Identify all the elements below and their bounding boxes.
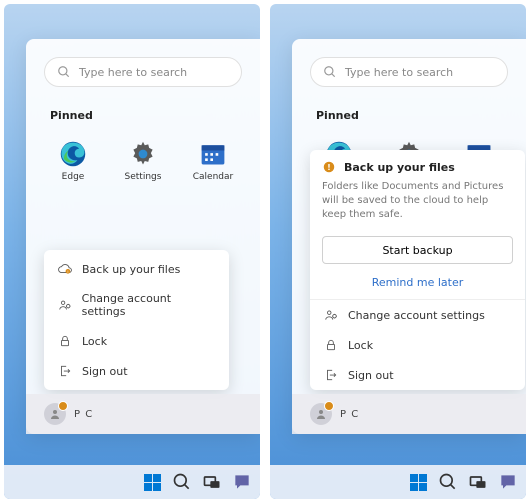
search-icon — [438, 472, 458, 492]
search-input[interactable]: Type here to search — [310, 57, 508, 87]
menu-change-account[interactable]: Change account settings — [48, 284, 225, 326]
start-backup-button[interactable]: Start backup — [322, 236, 513, 264]
taskbar-search[interactable] — [172, 472, 192, 492]
user-bar[interactable]: P C — [292, 394, 526, 434]
cloud-warn-icon: ! — [58, 262, 72, 276]
settings-icon — [129, 140, 157, 168]
pinned-calendar[interactable]: Calendar — [184, 134, 242, 188]
lock-icon — [58, 334, 72, 348]
search-placeholder: Type here to search — [345, 66, 453, 79]
user-menu: ! Back up your files Change account sett… — [44, 250, 229, 390]
start-button[interactable] — [142, 472, 162, 492]
account-settings-icon — [324, 308, 338, 322]
remind-later-label: Remind me later — [372, 276, 464, 289]
user-name: P C — [340, 409, 359, 420]
windows-icon — [410, 474, 427, 491]
warn-icon: ! — [322, 160, 336, 174]
taskview-icon — [468, 472, 488, 492]
flyout-title: Back up your files — [344, 161, 455, 174]
pinned-settings[interactable]: Settings — [114, 134, 172, 188]
signout-icon — [58, 364, 72, 378]
pinned-edge[interactable]: Edge — [44, 134, 102, 188]
menu-signout[interactable]: Sign out — [48, 356, 225, 386]
pinned-grid: Edge Settings Calendar — [26, 130, 260, 192]
menu-lock[interactable]: Lock — [48, 326, 225, 356]
avatar — [310, 403, 332, 425]
search-icon — [57, 65, 71, 79]
taskbar-taskview[interactable] — [202, 472, 222, 492]
menu-change-label: Change account settings — [348, 309, 485, 322]
taskbar-search[interactable] — [438, 472, 458, 492]
start-menu: Type here to search Pinned Edge Settings — [26, 39, 260, 434]
pinned-edge-label: Edge — [62, 172, 85, 182]
menu-signout-label: Sign out — [82, 365, 128, 378]
lock-icon — [324, 338, 338, 352]
pinned-label: Pinned — [292, 95, 526, 130]
signout-icon — [324, 368, 338, 382]
taskbar-chat[interactable] — [498, 472, 518, 492]
user-name: P C — [74, 409, 93, 420]
menu-lock-label: Lock — [82, 335, 107, 348]
menu-backup[interactable]: ! Back up your files — [48, 254, 225, 284]
backup-flyout: ! Back up your files Folders like Docume… — [310, 150, 525, 390]
calendar-icon — [199, 140, 227, 168]
start-backup-label: Start backup — [382, 244, 452, 257]
svg-text:!: ! — [327, 163, 330, 172]
menu-lock-label: Lock — [348, 339, 373, 352]
start-button[interactable] — [408, 472, 428, 492]
chat-icon — [498, 472, 518, 492]
flyout-desc: Folders like Documents and Pictures will… — [322, 180, 513, 222]
taskbar — [270, 465, 526, 499]
search-icon — [323, 65, 337, 79]
svg-text:!: ! — [67, 270, 68, 274]
taskview-icon — [202, 472, 222, 492]
menu-signout-label: Sign out — [348, 369, 394, 382]
menu-change-account[interactable]: Change account settings — [310, 300, 525, 330]
remind-later-link[interactable]: Remind me later — [310, 270, 525, 299]
pinned-calendar-label: Calendar — [193, 172, 233, 182]
taskbar-chat[interactable] — [232, 472, 252, 492]
menu-change-label: Change account settings — [82, 292, 215, 318]
pinned-label: Pinned — [26, 95, 260, 130]
screenshot-left: Type here to search Pinned Edge Settings — [4, 4, 260, 499]
screenshot-right: Type here to search Pinned Edge Settings — [270, 4, 526, 499]
windows-icon — [144, 474, 161, 491]
menu-signout[interactable]: Sign out — [310, 360, 525, 390]
search-placeholder: Type here to search — [79, 66, 187, 79]
search-input[interactable]: Type here to search — [44, 57, 242, 87]
search-icon — [172, 472, 192, 492]
menu-backup-label: Back up your files — [82, 263, 180, 276]
taskbar-taskview[interactable] — [468, 472, 488, 492]
menu-lock[interactable]: Lock — [310, 330, 525, 360]
avatar — [44, 403, 66, 425]
start-menu: Type here to search Pinned Edge Settings — [292, 39, 526, 434]
user-bar[interactable]: P C — [26, 394, 260, 434]
edge-icon — [59, 140, 87, 168]
taskbar — [4, 465, 260, 499]
avatar-badge-icon — [324, 401, 334, 411]
account-settings-icon — [58, 298, 72, 312]
chat-icon — [232, 472, 252, 492]
pinned-settings-label: Settings — [125, 172, 162, 182]
avatar-badge-icon — [58, 401, 68, 411]
